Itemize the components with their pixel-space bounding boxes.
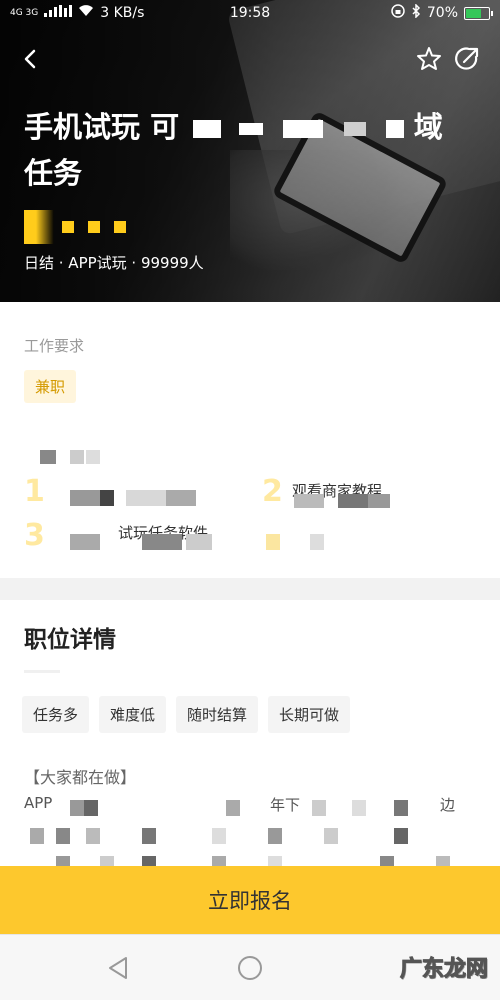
bluetooth-icon xyxy=(411,3,421,22)
redacted-block xyxy=(283,120,324,138)
back-button[interactable] xyxy=(16,44,46,74)
network-speed: 3 KB/s xyxy=(100,5,145,21)
wifi-icon xyxy=(78,5,94,21)
redacted-block xyxy=(266,534,280,550)
feature-chips: 任务多 难度低 随时结算 长期可做 xyxy=(22,696,351,733)
triangle-back-icon xyxy=(109,957,127,979)
redacted-block xyxy=(352,800,366,816)
redacted-block xyxy=(166,490,196,506)
redacted-block xyxy=(70,450,84,464)
system-navigation-bar: 广东龙网 xyxy=(0,934,500,1000)
redacted-block xyxy=(394,828,408,844)
chip-long-term: 长期可做 xyxy=(268,696,351,733)
redacted-block xyxy=(84,800,98,816)
redacted-block xyxy=(368,494,390,508)
redacted-block xyxy=(100,490,114,506)
redacted-block xyxy=(62,221,74,233)
favorite-button[interactable] xyxy=(414,44,444,74)
redacted-block xyxy=(56,828,70,844)
redacted-block xyxy=(86,450,100,464)
redacted-block xyxy=(193,120,222,138)
redacted-block xyxy=(186,534,212,550)
everyone-doing-heading: 【大家都在做】 xyxy=(24,768,137,787)
signal-bars-icon xyxy=(44,5,73,21)
desc-line-end: 边 xyxy=(440,796,456,814)
requirements-card: 工作要求 兼职 1 2 观看商家教程 3 试玩任务软件 xyxy=(0,302,500,578)
chip-many-tasks: 任务多 xyxy=(22,696,90,733)
job-details-title: 职位详情 xyxy=(24,627,116,653)
step-number-1: 1 xyxy=(24,474,45,509)
chevron-left-icon xyxy=(24,49,36,69)
redacted-block xyxy=(88,221,100,233)
redacted-block xyxy=(385,120,404,138)
title-line-1-end: 域 xyxy=(413,110,443,144)
step-number-3: 3 xyxy=(24,518,45,553)
title-line-2: 任务 xyxy=(24,156,83,190)
chip-anytime-settlement: 随时结算 xyxy=(176,696,259,733)
title-divider xyxy=(24,670,60,673)
status-bar: 4G 3G 3 KB/s 19:58 70% xyxy=(0,0,500,26)
redacted-block xyxy=(239,123,264,135)
redacted-block xyxy=(212,828,226,844)
desc-line-mid: 年下 xyxy=(270,796,301,814)
redacted-block xyxy=(268,828,282,844)
share-button[interactable] xyxy=(452,44,482,74)
step-number-2: 2 xyxy=(262,474,283,509)
redacted-block xyxy=(324,828,338,844)
requirements-label: 工作要求 xyxy=(24,337,85,355)
redacted-block xyxy=(343,122,366,136)
system-back-button[interactable] xyxy=(104,953,134,983)
redacted-block xyxy=(114,221,126,233)
redacted-block xyxy=(226,800,240,816)
redacted-block xyxy=(294,494,324,508)
redacted-block xyxy=(338,494,368,508)
circle-home-icon xyxy=(238,956,262,980)
chip-low-difficulty: 难度低 xyxy=(99,696,167,733)
share-icon xyxy=(455,47,479,70)
system-home-button[interactable] xyxy=(235,953,265,983)
redacted-block xyxy=(40,450,56,464)
redacted-block xyxy=(142,534,182,550)
task-title: 手机试玩 可 域 任务 xyxy=(24,104,484,196)
lock-rotation-icon xyxy=(391,4,405,22)
battery-percent: 70% xyxy=(426,5,458,21)
redacted-block xyxy=(86,828,100,844)
redacted-block xyxy=(312,800,326,816)
title-line-1: 手机试玩 可 xyxy=(24,110,180,144)
redacted-block xyxy=(394,800,408,816)
redacted-block xyxy=(70,490,100,506)
watermark-text: 广东龙网 xyxy=(399,957,488,983)
battery-icon xyxy=(464,6,493,20)
redacted-block xyxy=(142,828,156,844)
task-meta: 日结 · APP试玩 · 99999人 xyxy=(24,254,204,272)
apply-now-button[interactable]: 立即报名 xyxy=(0,866,500,934)
redacted-block xyxy=(30,828,44,844)
part-time-tag: 兼职 xyxy=(24,370,77,403)
redacted-block xyxy=(70,534,100,550)
salary-digit: 5 xyxy=(24,210,54,244)
salary-amount: 5 xyxy=(24,210,126,244)
redacted-block xyxy=(310,534,324,550)
signal-indicator: 4G 3G xyxy=(10,7,39,18)
redacted-block xyxy=(126,490,166,506)
redacted-block xyxy=(70,800,84,816)
desc-line-start: APP xyxy=(24,794,53,812)
clock: 19:58 xyxy=(229,5,271,21)
star-icon xyxy=(417,47,441,70)
